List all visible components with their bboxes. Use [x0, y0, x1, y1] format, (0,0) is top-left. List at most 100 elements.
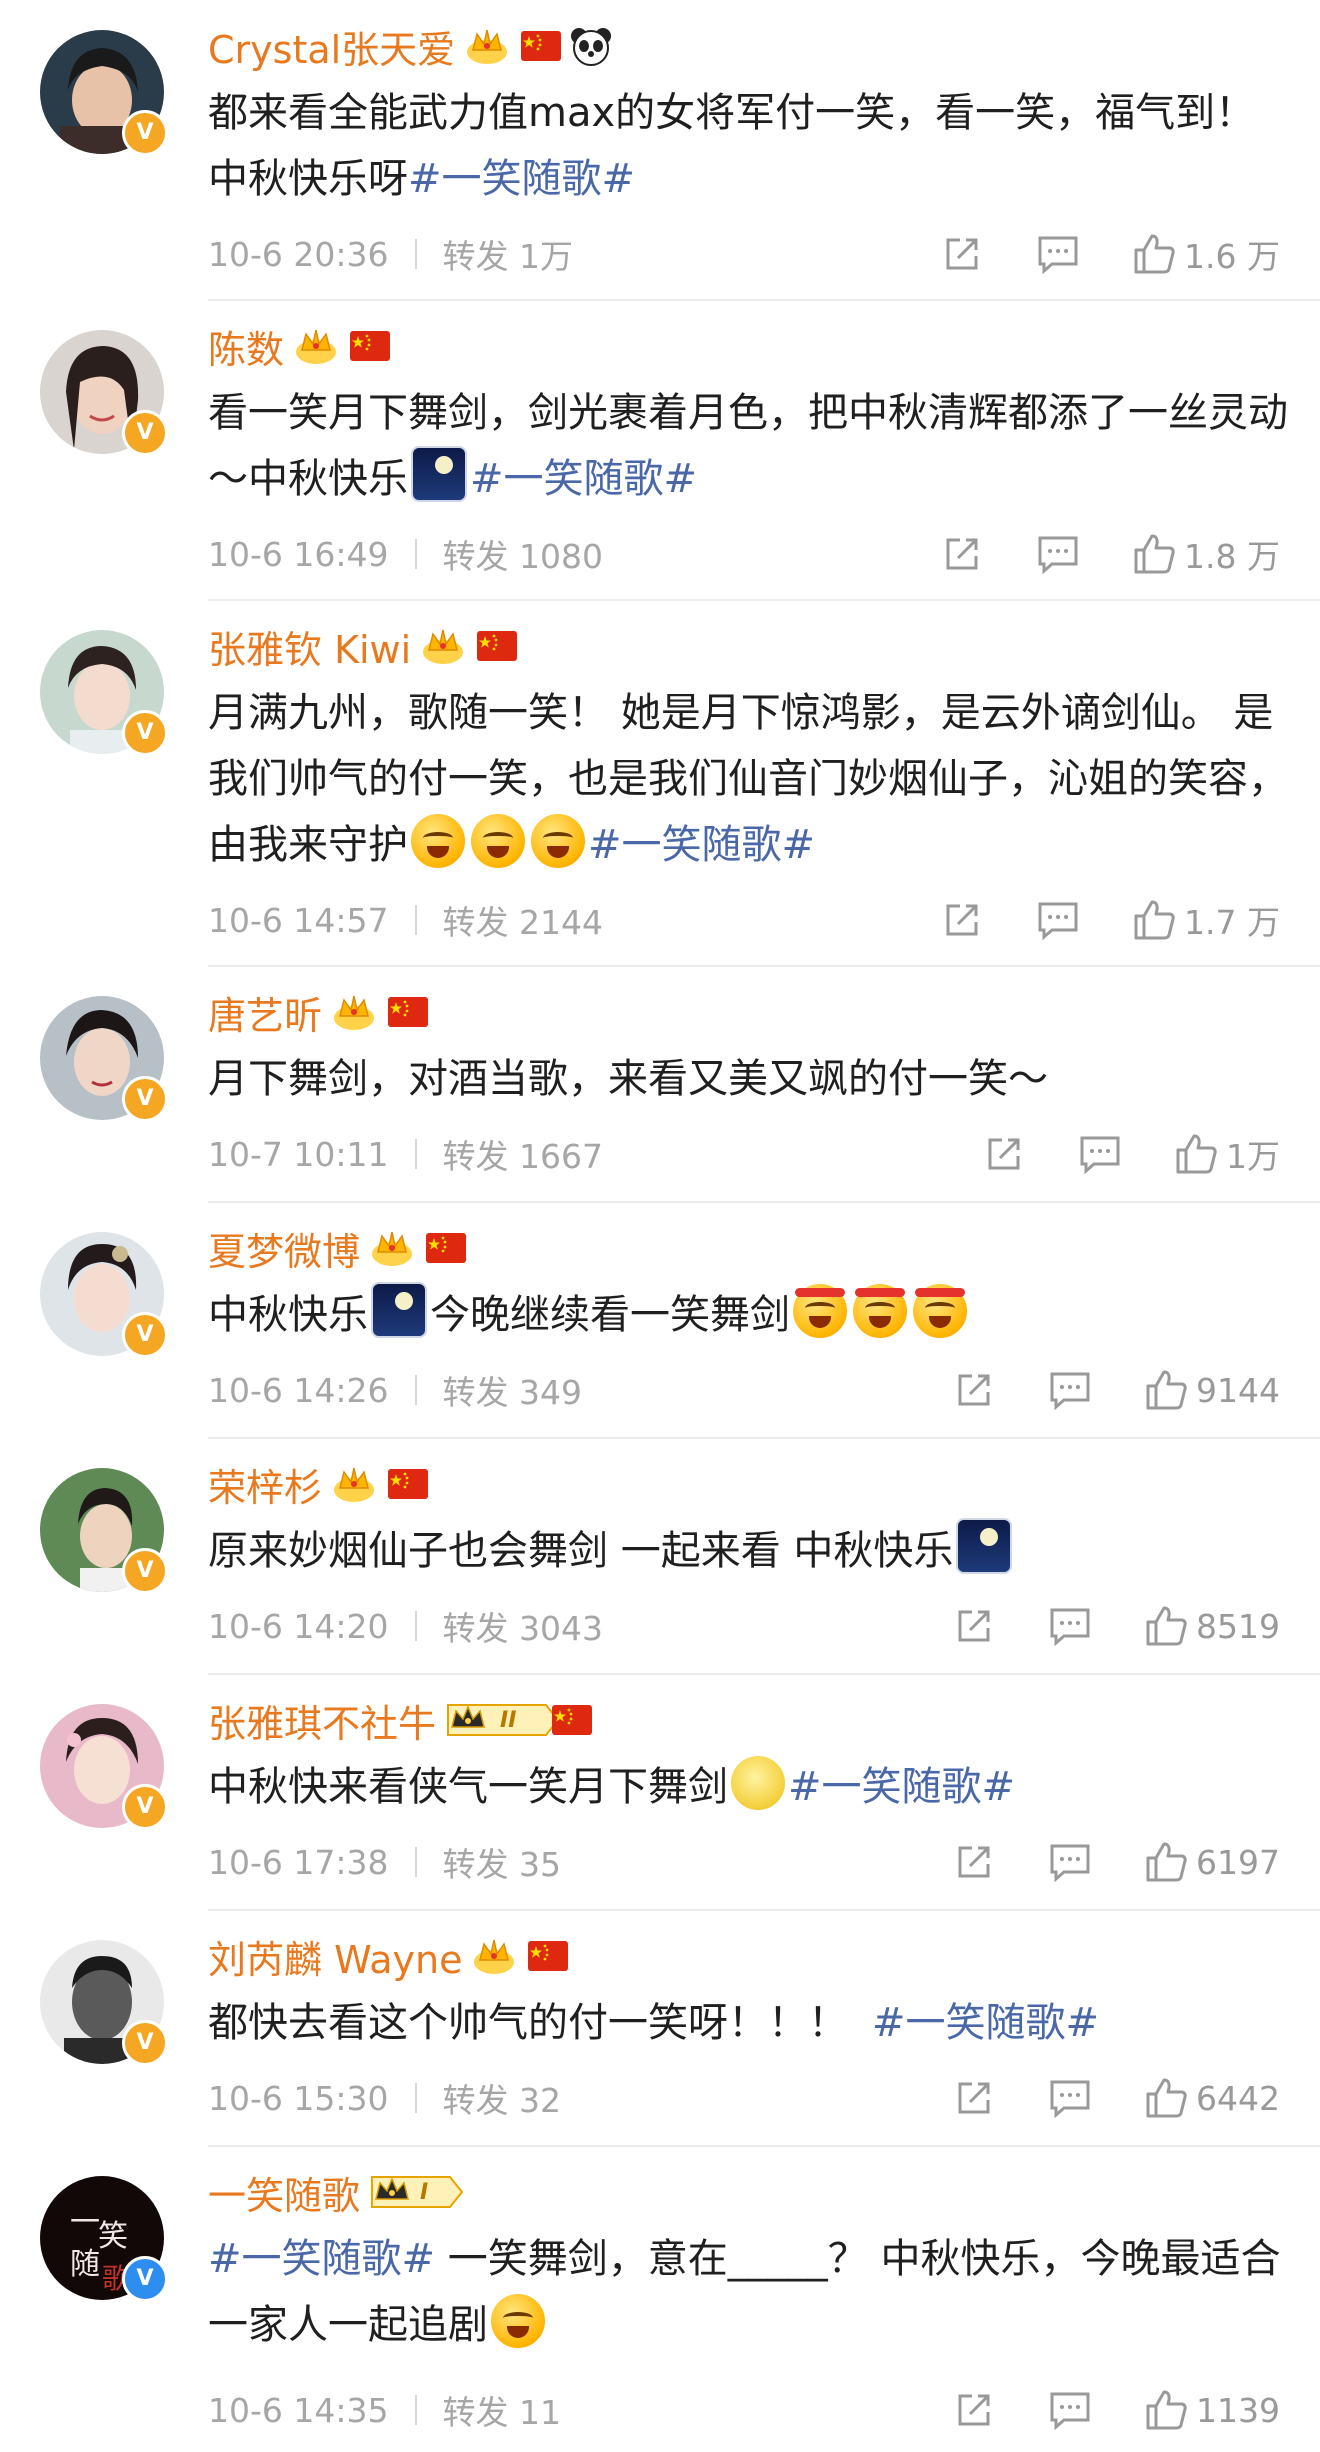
china-flag-icon [477, 631, 518, 661]
share-button[interactable] [940, 898, 984, 942]
hashtag-link[interactable]: #一笑随歌# [788, 1764, 1015, 1810]
comment-button[interactable] [1036, 232, 1080, 276]
like-button[interactable]: 8519 [1144, 1604, 1280, 1648]
hashtag-link[interactable]: #一笑随歌# [872, 2000, 1099, 2046]
share-button[interactable] [940, 532, 984, 576]
comment-button[interactable] [1048, 2388, 1092, 2432]
share-icon [958, 1374, 990, 1406]
crown-icon [294, 326, 338, 366]
comment-item: V 唐艺昕 月下舞剑，对酒当歌，来看又美又飒的付一笑～ 10-7 10:11 转… [0, 966, 1320, 1203]
verified-badge: V [122, 1076, 168, 1122]
hashtag-link[interactable]: #一笑随歌# [588, 822, 815, 868]
hashtag-link[interactable]: #一笑随歌# [408, 156, 635, 202]
svg-text:随: 随 [70, 2247, 100, 2282]
like-count: 6197 [1196, 1842, 1280, 1882]
crying-laugh-emoji-icon [531, 814, 585, 868]
share-button[interactable] [952, 1368, 996, 1412]
vip-level-text: I [420, 2179, 429, 2205]
like-button[interactable]: 1.6 万 [1132, 230, 1280, 278]
crying-laugh-emoji-icon [471, 814, 525, 868]
avatar[interactable]: V [40, 1232, 168, 1358]
repost-count: 转发 1万 [442, 237, 574, 276]
user-name[interactable]: 刘芮麟 Wayne [208, 1929, 462, 1984]
share-button[interactable] [952, 1840, 996, 1884]
share-button[interactable] [952, 2076, 996, 2120]
verified-badge: V [122, 110, 168, 156]
comment-text: 中秋快乐 今晚继续看一笑舞剑 [208, 1282, 1288, 1348]
avatar[interactable]: V [40, 1468, 168, 1594]
like-button[interactable]: 9144 [1144, 1368, 1280, 1412]
share-icon [946, 238, 978, 270]
moon-emoji-icon [371, 1282, 427, 1338]
like-button[interactable]: 1万 [1174, 1130, 1280, 1178]
like-button[interactable]: 6197 [1144, 1840, 1280, 1884]
comment-icon [1080, 1136, 1120, 1175]
user-name[interactable]: 一笑随歌 [208, 2165, 360, 2220]
comment-item: V 荣梓杉 原来妙烟仙子也会舞剑 一起来看 中秋快乐 10-6 14:20 转发… [0, 1438, 1320, 1675]
user-name[interactable]: 张雅琪不社牛 [208, 1693, 436, 1748]
hashtag-link[interactable]: #一笑随歌# [208, 2236, 435, 2282]
comment-icon [1050, 2080, 1090, 2119]
share-button[interactable] [982, 1132, 1026, 1176]
share-icon [958, 2394, 990, 2426]
full-moon-emoji-icon [731, 1756, 785, 1810]
verified-badge: V [122, 410, 168, 456]
divider [414, 1375, 417, 1405]
verified-badge: V [122, 710, 168, 756]
avatar[interactable]: 一笑随歌 V [40, 2176, 168, 2302]
china-flag-icon [528, 1941, 569, 1971]
like-button[interactable]: 1.8 万 [1132, 530, 1280, 578]
comment-text: #一笑随歌# 一笑舞剑，意在_____？ 中秋快乐，今晚最适合一家人一起追剧 [208, 2236, 1281, 2348]
like-count: 8519 [1196, 1606, 1280, 1646]
share-button[interactable] [952, 2388, 996, 2432]
verified-badge: V [122, 1784, 168, 1830]
comment-text: 月满九州，歌随一笑！ 她是月下惊鸿影，是云外谪剑仙。 是我们帅气的付一笑，也是我… [208, 690, 1288, 868]
comment-item: V 陈数 看一笑月下舞剑，剑光裹着月色，把中秋清辉都添了一丝灵动～中秋快乐 #一笑… [0, 300, 1320, 601]
divider [414, 1847, 417, 1877]
user-name[interactable]: 夏梦微博 [208, 1221, 360, 1276]
comment-text: 原来妙烟仙子也会舞剑 一起来看 中秋快乐 [208, 1518, 1288, 1584]
like-button[interactable]: 1139 [1144, 2388, 1280, 2432]
like-count: 1.8 万 [1184, 537, 1280, 576]
comment-button[interactable] [1048, 1368, 1092, 1412]
timestamp: 10-7 10:11 [208, 1134, 389, 1174]
user-name[interactable]: 张雅钦 Kiwi [208, 619, 411, 674]
share-icon [988, 1138, 1020, 1170]
comment-button[interactable] [1036, 898, 1080, 942]
comment-button[interactable] [1078, 1132, 1122, 1176]
cute-emoji-icon [491, 2294, 545, 2348]
crying-laugh-emoji-icon [411, 814, 465, 868]
china-flag-icon [552, 1705, 593, 1735]
avatar[interactable]: V [40, 630, 168, 756]
like-count: 1.7 万 [1184, 903, 1280, 942]
user-name[interactable]: Crystal张天爱 [208, 19, 455, 74]
repost-count: 转发 35 [442, 1845, 561, 1884]
like-button[interactable]: 6442 [1144, 2076, 1280, 2120]
avatar[interactable]: V [40, 1940, 168, 2066]
vip-level-text: II [500, 1707, 517, 1733]
user-name[interactable]: 陈数 [208, 319, 284, 374]
user-name[interactable]: 唐艺昕 [208, 985, 322, 1040]
like-button[interactable]: 1.7 万 [1132, 896, 1280, 944]
verified-badge: V [122, 1548, 168, 1594]
crown-icon [332, 992, 376, 1032]
hashtag-link[interactable]: #一笑随歌# [470, 456, 697, 502]
avatar[interactable]: V [40, 996, 168, 1122]
moon-emoji-icon [411, 446, 467, 502]
user-name[interactable]: 荣梓杉 [208, 1457, 322, 1512]
comment-button[interactable] [1048, 2076, 1092, 2120]
avatar[interactable]: V [40, 30, 168, 156]
verified-badge: V [122, 2256, 168, 2302]
avatar[interactable]: V [40, 330, 168, 456]
avatar[interactable]: V [40, 1704, 168, 1830]
repost-count: 转发 2144 [442, 903, 603, 942]
vip-level-badge: II [446, 1701, 560, 1739]
share-button[interactable] [940, 232, 984, 276]
cheer-emoji-icon [853, 1284, 907, 1338]
comment-button[interactable] [1048, 1840, 1092, 1884]
share-button[interactable] [952, 1604, 996, 1648]
comment-button[interactable] [1036, 532, 1080, 576]
repost-count: 转发 3043 [442, 1609, 603, 1648]
verified-badge: V [122, 2020, 168, 2066]
comment-button[interactable] [1048, 1604, 1092, 1648]
